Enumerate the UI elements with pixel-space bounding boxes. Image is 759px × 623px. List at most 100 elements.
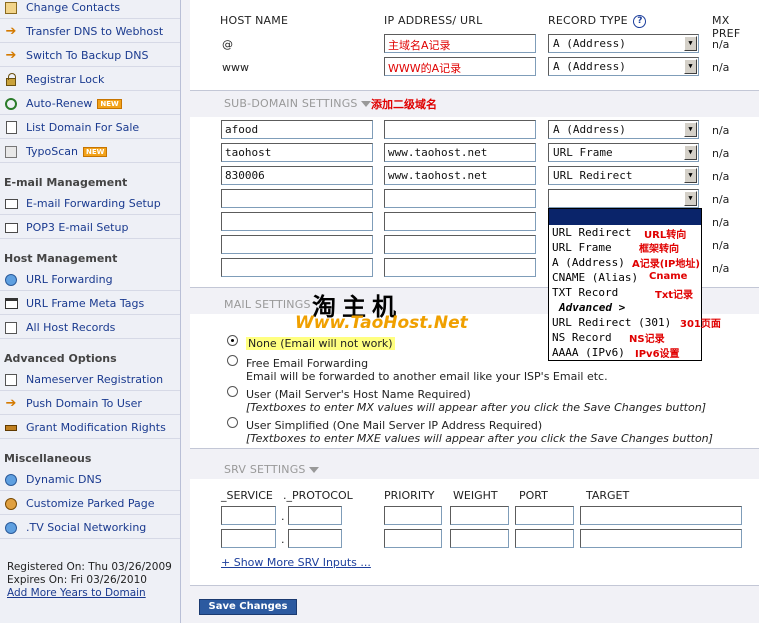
srv-col-port: PORT	[519, 489, 548, 502]
mail-option-none-radio[interactable]	[227, 335, 238, 346]
sidebar-item-grant-modification[interactable]: Grant Modification Rights	[0, 417, 180, 439]
sidebar-heading-email: E-mail Management	[4, 176, 128, 189]
option-note: Cname	[649, 271, 688, 282]
subdomain-host-input[interactable]	[221, 235, 373, 254]
ip-address-input[interactable]: WWW的A记录	[384, 57, 536, 76]
srv-service-input[interactable]	[221, 506, 276, 525]
srv-port-input[interactable]	[515, 506, 574, 525]
srv-settings-title[interactable]: SRV SETTINGS	[224, 463, 319, 476]
chevron-down-icon[interactable]: ▼	[684, 59, 697, 74]
add-years-link[interactable]: Add More Years to Domain	[7, 587, 146, 599]
sidebar-item-transfer-dns[interactable]: ➔ Transfer DNS to Webhost	[0, 21, 180, 43]
srv-dot: .	[281, 533, 285, 546]
srv-priority-input[interactable]	[384, 529, 442, 548]
option-a-address[interactable]: A (Address)	[552, 256, 625, 269]
list-icon	[4, 373, 18, 387]
mail-option-none-label[interactable]: None (Email will not work)	[246, 337, 395, 350]
lock-icon	[4, 72, 18, 87]
subdomain-host-input[interactable]: 830006	[221, 166, 373, 185]
option-url-redirect-301[interactable]: URL Redirect (301)	[552, 316, 671, 329]
srv-weight-input[interactable]	[450, 506, 509, 525]
sidebar-item-url-frame-meta[interactable]: URL Frame Meta Tags	[0, 293, 180, 315]
highlighted-option[interactable]	[549, 209, 701, 225]
subdomain-settings-title[interactable]: SUB-DOMAIN SETTINGS	[224, 97, 371, 110]
subdomain-ip-input[interactable]: www.taohost.net	[384, 143, 536, 162]
record-type-select[interactable]: A (Address) ▼	[548, 34, 699, 53]
sidebar-item-label: Registrar Lock	[26, 73, 105, 86]
sidebar-item-change-contacts[interactable]: Change Contacts	[0, 0, 180, 19]
option-ns-record[interactable]: NS Record	[552, 331, 612, 344]
show-more-srv-link[interactable]: + Show More SRV Inputs ...	[221, 556, 371, 569]
record-type-select[interactable]: A (Address) ▼	[548, 120, 699, 139]
chevron-down-icon[interactable]: ▼	[684, 145, 697, 160]
sidebar-item-url-forwarding[interactable]: URL Forwarding	[0, 269, 180, 291]
sidebar-item-list-domain-for-sale[interactable]: List Domain For Sale	[0, 117, 180, 139]
srv-weight-input[interactable]	[450, 529, 509, 548]
subdomain-host-input[interactable]: taohost	[221, 143, 373, 162]
sidebar-item-auto-renew[interactable]: Auto-Renew NEW	[0, 93, 180, 115]
sidebar-item-customize-parked-page[interactable]: Customize Parked Page	[0, 493, 180, 515]
sidebar-item-push-domain[interactable]: ➔ Push Domain To User	[0, 393, 180, 415]
subdomain-host-input[interactable]	[221, 189, 373, 208]
record-type-select[interactable]: URL Frame ▼	[548, 143, 699, 162]
mail-option-simple-radio[interactable]	[227, 417, 238, 428]
record-type-select-open[interactable]: ▼	[548, 189, 699, 208]
chevron-down-icon[interactable]: ▼	[684, 36, 697, 51]
chevron-down-icon[interactable]: ▼	[684, 168, 697, 183]
srv-target-input[interactable]	[580, 529, 742, 548]
srv-priority-input[interactable]	[384, 506, 442, 525]
sidebar-item-all-host-records[interactable]: All Host Records	[0, 317, 180, 339]
srv-protocol-input[interactable]	[288, 506, 342, 525]
mail-option-user-label[interactable]: User (Mail Server's Host Name Required)	[246, 388, 471, 401]
sidebar-item-typoscan[interactable]: TypoScan NEW	[0, 141, 180, 163]
sidebar-item-nameserver-registration[interactable]: Nameserver Registration	[0, 369, 180, 391]
sidebar-item-label: Nameserver Registration	[26, 373, 164, 386]
sidebar-item-dynamic-dns[interactable]: Dynamic DNS	[0, 469, 180, 491]
save-changes-button[interactable]: Save Changes	[199, 599, 297, 615]
mail-settings-title[interactable]: MAIL SETTINGS	[224, 298, 311, 311]
option-advanced[interactable]: Advanced >	[559, 301, 625, 314]
expires-date: Expires On: Fri 03/26/2010	[7, 574, 147, 586]
sidebar-item-label: Switch To Backup DNS	[26, 49, 149, 62]
mail-option-user-radio[interactable]	[227, 386, 238, 397]
chevron-down-icon[interactable]: ▼	[684, 122, 697, 137]
srv-target-input[interactable]	[580, 506, 742, 525]
option-cname[interactable]: CNAME (Alias)	[552, 271, 638, 284]
subdomain-host-input[interactable]	[221, 212, 373, 231]
sidebar-item-registrar-lock[interactable]: Registrar Lock	[0, 69, 180, 91]
sidebar-item-tv-social[interactable]: .TV Social Networking	[0, 517, 180, 539]
srv-port-input[interactable]	[515, 529, 574, 548]
subdomain-ip-input[interactable]	[384, 189, 536, 208]
mail-option-simple-label[interactable]: User Simplified (One Mail Server IP Addr…	[246, 419, 542, 432]
mx-pref-cell: n/a	[712, 193, 730, 206]
sidebar-item-label: Auto-Renew	[26, 97, 93, 110]
record-type-select[interactable]: A (Address) ▼	[548, 57, 699, 76]
help-icon[interactable]: ?	[633, 14, 647, 28]
sidebar: Change Contacts ➔ Transfer DNS to Webhos…	[0, 0, 181, 623]
sidebar-item-switch-backup-dns[interactable]: ➔ Switch To Backup DNS	[0, 45, 180, 67]
mail-option-forward-label[interactable]: Free Email Forwarding	[246, 357, 368, 370]
chevron-down-icon[interactable]: ▼	[684, 191, 697, 206]
subdomain-host-input[interactable]: afood	[221, 120, 373, 139]
subdomain-ip-input[interactable]: www.taohost.net	[384, 166, 536, 185]
subdomain-host-input[interactable]	[221, 258, 373, 277]
ip-address-input[interactable]: 主域名A记录	[384, 34, 536, 53]
mx-pref-cell: n/a	[712, 170, 730, 183]
subdomain-ip-input[interactable]	[384, 212, 536, 231]
record-type-dropdown-list[interactable]: URL Redirect URL转向 URL Frame 框架转向 A (Add…	[548, 208, 721, 361]
col-header-mx: MX PREF	[712, 14, 741, 40]
frame-icon	[4, 297, 18, 311]
option-url-frame[interactable]: URL Frame	[552, 241, 612, 254]
srv-service-input[interactable]	[221, 529, 276, 548]
sidebar-item-email-forwarding[interactable]: E-mail Forwarding Setup	[0, 193, 180, 215]
subdomain-ip-input[interactable]	[384, 235, 536, 254]
option-url-redirect[interactable]: URL Redirect	[552, 226, 631, 239]
option-aaaa[interactable]: AAAA (IPv6)	[552, 346, 625, 359]
sidebar-item-pop3-email[interactable]: POP3 E-mail Setup	[0, 217, 180, 239]
subdomain-ip-input[interactable]	[384, 258, 536, 277]
mail-option-forward-radio[interactable]	[227, 355, 238, 366]
option-txt[interactable]: TXT Record	[552, 286, 618, 299]
record-type-select[interactable]: URL Redirect ▼	[548, 166, 699, 185]
srv-protocol-input[interactable]	[288, 529, 342, 548]
subdomain-ip-input[interactable]	[384, 120, 536, 139]
